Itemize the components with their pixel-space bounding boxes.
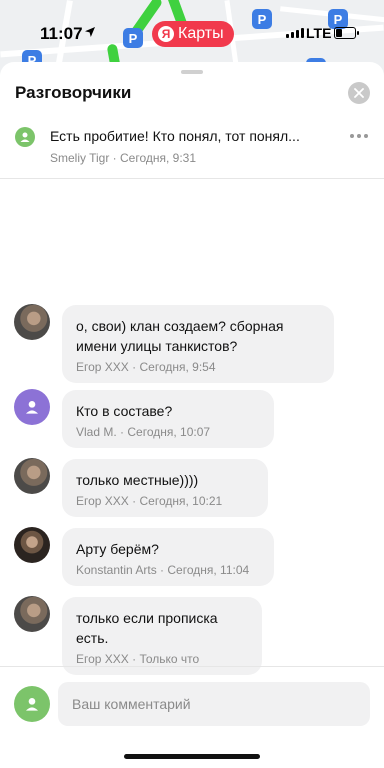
comments-sheet: Разговорчики Есть пробитие! Кто понял, т… [0, 62, 384, 768]
comment-author: Егор XXX [76, 360, 129, 374]
more-button[interactable] [350, 134, 368, 138]
comment-meta: Егор XXX · Сегодня, 10:21 [76, 494, 223, 508]
sheet-grabber[interactable] [181, 70, 203, 74]
network-type: LTE [306, 25, 332, 41]
comment-time: Сегодня, 9:54 [139, 360, 216, 374]
status-time: 11:07 [40, 24, 83, 43]
more-icon [350, 134, 354, 138]
comment-input[interactable] [58, 682, 370, 726]
comment-author: Егор XXX [76, 652, 129, 666]
comment-time: Сегодня, 10:21 [139, 494, 223, 508]
close-button[interactable] [348, 82, 370, 104]
sheet-title: Разговорчики [15, 83, 132, 102]
home-indicator [124, 754, 260, 759]
comment-bubble[interactable]: только местные)))) Егор XXX · Сегодня, 1… [62, 459, 268, 517]
comment-text: о, свои) клан создаем? сборная имени ули… [76, 318, 284, 354]
comment-composer [0, 666, 384, 747]
back-to-app-badge[interactable]: Я Карты [152, 21, 234, 47]
comment-meta: Егор XXX · Сегодня, 9:54 [76, 360, 216, 374]
comment-text: Арту берём? [76, 541, 159, 557]
topic-header[interactable]: Есть пробитие! Кто понял, тот понял... S… [0, 112, 384, 179]
avatar[interactable] [14, 458, 50, 494]
user-icon [20, 132, 30, 142]
topic-time: Сегодня, 9:31 [120, 151, 197, 165]
comment-meta: Konstantin Arts · Сегодня, 11:04 [76, 563, 250, 577]
avatar[interactable] [14, 304, 50, 340]
comment-text: только местные)))) [76, 472, 199, 488]
signal-icon [286, 28, 304, 38]
comment-bubble[interactable]: Кто в составе? Vlad M. · Сегодня, 10:07 [62, 390, 274, 448]
comment-text: Кто в составе? [76, 403, 173, 419]
comment-time: Только что [139, 652, 200, 666]
status-bar: 11:07 Я Карты LTE [0, 0, 384, 66]
comment-bubble[interactable]: о, свои) клан создаем? сборная имени ули… [62, 305, 334, 383]
topic-author: Smeliy Tigr [50, 151, 110, 165]
comment-meta: Егор XXX · Только что [76, 652, 200, 666]
comment-bubble[interactable]: Арту берём? Konstantin Arts · Сегодня, 1… [62, 528, 274, 586]
avatar [14, 686, 50, 722]
comment-time: Сегодня, 11:04 [167, 563, 250, 577]
avatar[interactable] [14, 527, 50, 563]
location-arrow-icon [85, 27, 95, 37]
comment-text: только если прописка есть. [76, 610, 218, 646]
avatar [15, 127, 35, 147]
topic-meta: Smeliy Tigr · Сегодня, 9:31 [50, 151, 197, 165]
avatar[interactable] [14, 596, 50, 632]
user-icon [26, 401, 38, 414]
comment-author: Vlad M. [76, 425, 117, 439]
comment-time: Сегодня, 10:07 [127, 425, 211, 439]
comment-author: Егор XXX [76, 494, 129, 508]
avatar[interactable] [14, 389, 50, 425]
comment-author: Konstantin Arts [76, 563, 157, 577]
comment-meta: Vlad M. · Сегодня, 10:07 [76, 425, 211, 439]
yandex-logo-icon: Я [158, 26, 174, 42]
close-icon [354, 88, 364, 98]
comment-bubble[interactable]: только если прописка есть. Егор XXX · То… [62, 597, 262, 675]
battery-icon [334, 27, 359, 39]
app-badge-label: Карты [178, 25, 224, 42]
topic-text: Есть пробитие! Кто понял, тот понял... [50, 128, 300, 144]
user-icon [26, 698, 38, 711]
